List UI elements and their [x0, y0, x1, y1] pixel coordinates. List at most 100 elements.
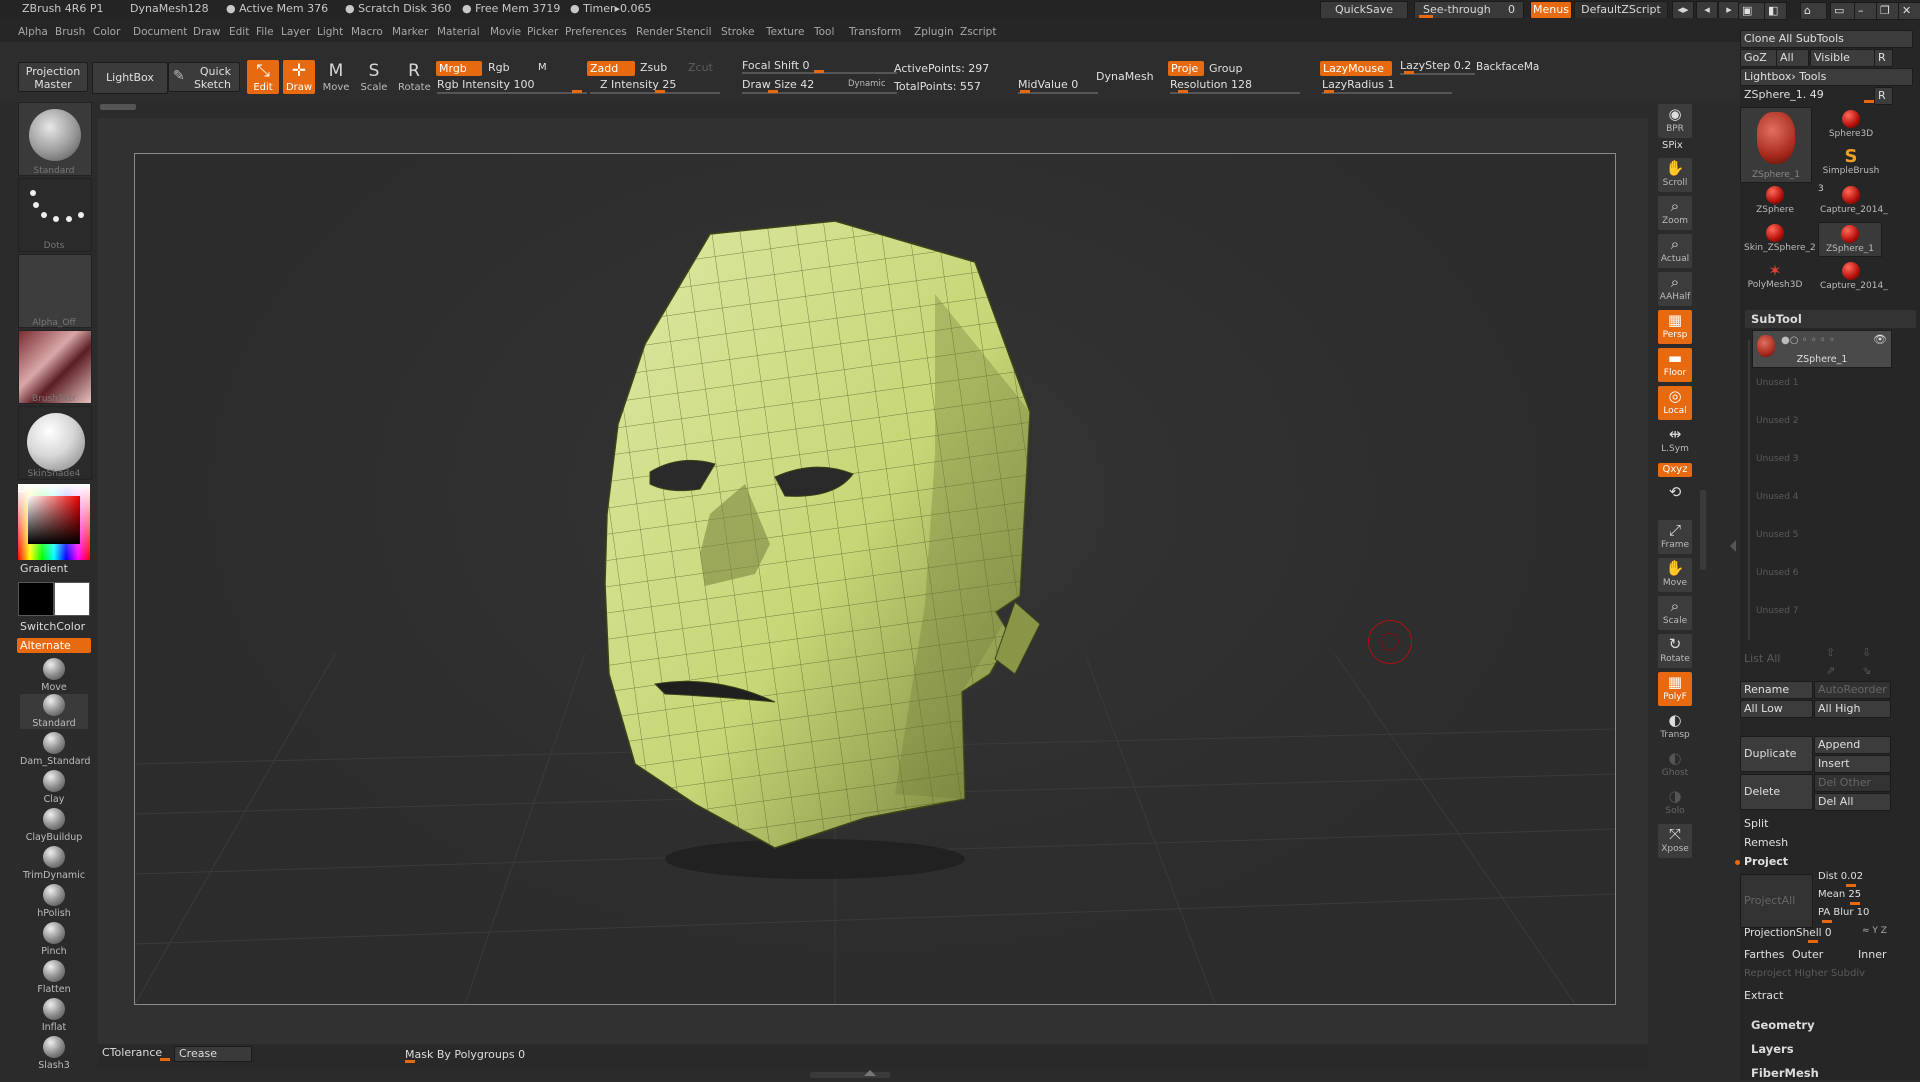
menu-marker[interactable]: Marker	[392, 26, 428, 38]
next-arrow-icon[interactable]: ▸	[1718, 1, 1740, 19]
menu-transform[interactable]: Transform	[849, 26, 901, 38]
menu-zplugin[interactable]: Zplugin	[914, 26, 954, 38]
remesh-button[interactable]: Remesh	[1744, 836, 1788, 849]
menu-macro[interactable]: Macro	[351, 26, 383, 38]
menu-brush[interactable]: Brush	[55, 26, 85, 38]
rotate-mode-button[interactable]: R Rotate	[398, 60, 431, 94]
projection-axis-toggles[interactable]: ≈ Y Z	[1862, 926, 1887, 936]
mrgb-toggle[interactable]: Mrgb	[436, 61, 482, 76]
menu-render[interactable]: Render	[636, 26, 673, 38]
dist-slider[interactable]: Dist 0.02	[1818, 871, 1863, 882]
head-mesh[interactable]	[535, 194, 1095, 874]
transp-button[interactable]: ◐ Transp	[1658, 710, 1692, 744]
subtool-unused-2[interactable]: Unused 2	[1756, 416, 1799, 426]
tool-r-button[interactable]: R	[1874, 87, 1893, 105]
goz-all-button[interactable]: All	[1776, 49, 1809, 67]
brush-hpolish[interactable]: hPolish	[20, 884, 88, 919]
document-canvas[interactable]	[134, 153, 1616, 1005]
lsym-button[interactable]: ⇹ L.Sym	[1658, 424, 1692, 458]
floor-button[interactable]: ▬ Floor	[1658, 348, 1692, 382]
subtool-list-scrollbar[interactable]	[1748, 340, 1750, 640]
menu-picker[interactable]: Picker	[527, 26, 558, 38]
rotate-view-button[interactable]: ↻ Rotate	[1658, 634, 1692, 668]
close-icon[interactable]: ✕	[1898, 2, 1920, 20]
subtool-header[interactable]: SubTool	[1745, 310, 1916, 328]
all-high-button[interactable]: All High	[1814, 700, 1891, 718]
subtool-unused-5[interactable]: Unused 5	[1756, 530, 1799, 540]
menu-draw[interactable]: Draw	[193, 26, 220, 38]
visible-button[interactable]: Visible	[1810, 49, 1875, 67]
split-button[interactable]: Split	[1744, 817, 1768, 830]
project-section[interactable]: Project	[1744, 855, 1788, 868]
solo-button[interactable]: ◑ Solo	[1658, 786, 1692, 820]
ctolerance-slider[interactable]: CTolerance	[102, 1046, 162, 1059]
del-other-button[interactable]: Del Other	[1814, 774, 1891, 792]
crease-button[interactable]: Crease	[174, 1046, 252, 1062]
menu-texture[interactable]: Texture	[766, 26, 804, 38]
quick-sketch-button[interactable]: ✎ Quick Sketch	[168, 62, 240, 92]
menu-color[interactable]: Color	[93, 26, 120, 38]
move-mode-button[interactable]: M Move	[320, 60, 352, 94]
panel-splitter-handle[interactable]	[1700, 490, 1706, 570]
collapse-arrow-icon[interactable]	[1730, 540, 1736, 552]
rotate-axis-button[interactable]: ⟲	[1658, 482, 1692, 510]
goz-button[interactable]: GoZ	[1740, 49, 1777, 67]
menu-material[interactable]: Material	[437, 26, 480, 38]
tool-zsphere[interactable]: ZSphere	[1744, 186, 1806, 215]
xpose-button[interactable]: ⤧ Xpose	[1658, 824, 1692, 858]
expand-up-arrow-icon[interactable]	[864, 1070, 876, 1076]
layers-section[interactable]: Layers	[1745, 1040, 1916, 1058]
move-view-button[interactable]: ✋ Move	[1658, 558, 1692, 592]
default-zscript-button[interactable]: DefaultZScript	[1574, 1, 1668, 19]
lightbox-tools-button[interactable]: Lightbox› Tools	[1740, 68, 1913, 86]
insert-button[interactable]: Insert	[1814, 755, 1891, 773]
prev-arrow-icon[interactable]: ◂	[1696, 1, 1718, 19]
menu-tool[interactable]: Tool	[814, 26, 834, 38]
panel-icon-1[interactable]: ▣	[1738, 2, 1765, 20]
menu-zscript[interactable]: Zscript	[960, 26, 996, 38]
panel-icon-2[interactable]: ◧	[1764, 2, 1787, 20]
group-toggle[interactable]: Group	[1209, 62, 1243, 75]
frame-button[interactable]: ⤢ Frame	[1658, 520, 1692, 554]
projection-shell-slider[interactable]: ProjectionShell 0	[1744, 927, 1832, 939]
primary-color-swatch[interactable]	[18, 582, 54, 616]
zsub-toggle[interactable]: Zsub	[640, 61, 667, 74]
alpha-thumbnail[interactable]	[18, 254, 92, 328]
brush-clay[interactable]: Clay	[20, 770, 88, 805]
persp-button[interactable]: ▦ Persp	[1658, 310, 1692, 344]
menu-document[interactable]: Document	[133, 26, 187, 38]
subtool-unused-1[interactable]: Unused 1	[1756, 378, 1799, 388]
del-all-button[interactable]: Del All	[1814, 793, 1891, 811]
lightbox-button[interactable]: LightBox	[92, 62, 168, 94]
color-square[interactable]	[28, 496, 80, 544]
subtool-unused-7[interactable]: Unused 7	[1756, 606, 1799, 616]
menu-alpha[interactable]: Alpha	[18, 26, 48, 38]
pa-blur-slider[interactable]: PA Blur 10	[1818, 907, 1869, 918]
bottom-splitter-handle[interactable]	[810, 1072, 890, 1078]
focal-shift-slider[interactable]: Focal Shift 0	[742, 59, 810, 72]
clone-all-subtools-button[interactable]: Clone All SubTools	[1740, 30, 1913, 48]
actual-button[interactable]: ⌕ Actual	[1658, 234, 1692, 268]
backface-mask-toggle[interactable]: BackfaceMa	[1476, 61, 1539, 73]
spix-slider[interactable]: SPix	[1662, 140, 1683, 151]
dynamesh-button[interactable]: DynaMesh	[1096, 70, 1154, 83]
move-down-arrow-icon[interactable]: ⇩	[1862, 646, 1871, 659]
tool-capture-1[interactable]: Capture_2014_	[1820, 186, 1888, 215]
brush-dam-standard[interactable]: Dam_Standard	[20, 732, 90, 767]
secondary-color-swatch[interactable]	[54, 582, 90, 616]
subtool-unused-3[interactable]: Unused 3	[1756, 454, 1799, 464]
reproject-higher-subdiv-button[interactable]: Reproject Higher Subdiv	[1744, 968, 1865, 979]
rename-button[interactable]: Rename	[1740, 681, 1813, 699]
rgb-toggle[interactable]: Rgb	[488, 61, 510, 74]
brush-thumbnail[interactable]	[18, 102, 92, 176]
menus-button[interactable]: Menus	[1530, 1, 1572, 19]
rgb-intensity-slider[interactable]: Rgb Intensity 100	[437, 78, 534, 91]
zadd-toggle[interactable]: Zadd	[587, 61, 635, 76]
panel-icon-3[interactable]: ⌂	[1800, 2, 1827, 20]
append-button[interactable]: Append	[1814, 736, 1891, 754]
scale-mode-button[interactable]: S Scale	[358, 60, 390, 94]
brush-move[interactable]: Move	[20, 658, 88, 693]
fibermesh-section[interactable]: FiberMesh	[1745, 1064, 1916, 1080]
menu-light[interactable]: Light	[317, 26, 343, 38]
outer-toggle[interactable]: Outer	[1792, 948, 1823, 961]
